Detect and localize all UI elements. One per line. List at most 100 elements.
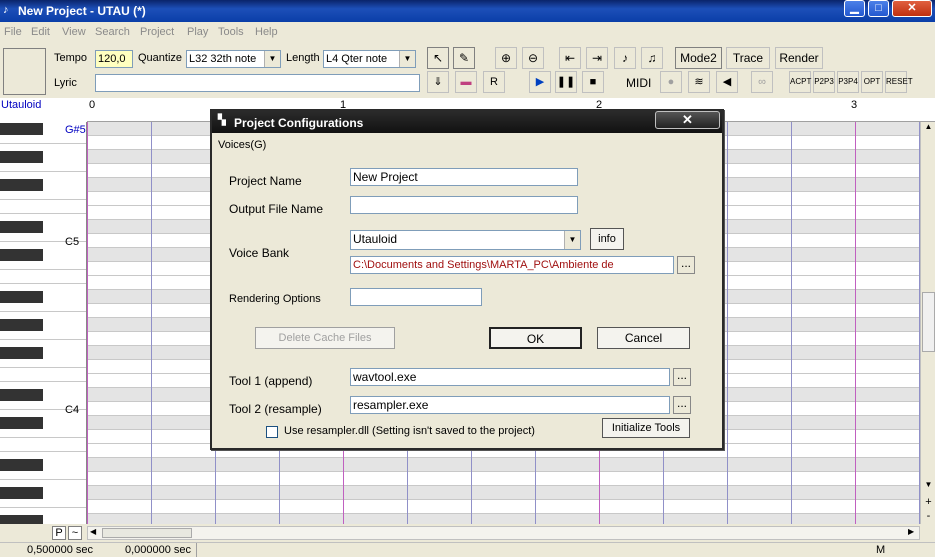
close-button[interactable]: ✕ <box>892 0 932 17</box>
status-divider <box>196 543 197 557</box>
menu-help[interactable]: Help <box>255 26 278 38</box>
project-name-label: Project Name <box>229 174 302 188</box>
white-key-line <box>0 283 86 284</box>
black-key[interactable] <box>0 515 43 524</box>
tool1-input[interactable]: wavtool.exe <box>350 368 670 386</box>
grid-row[interactable] <box>87 486 920 500</box>
play-icon[interactable]: ▶ <box>529 71 551 93</box>
maximize-button[interactable]: □ <box>868 0 889 17</box>
beat-line <box>151 122 152 524</box>
menu-play[interactable]: Play <box>187 26 208 38</box>
black-key[interactable] <box>0 249 43 261</box>
delete-cache-button[interactable]: Delete Cache Files <box>255 327 395 349</box>
menu-tools[interactable]: Tools <box>218 26 244 38</box>
voice-info-button[interactable]: info <box>590 228 624 250</box>
record-icon[interactable]: ● <box>660 71 682 93</box>
reset-icon[interactable]: RESET <box>885 71 913 93</box>
menu-file[interactable]: File <box>4 26 22 38</box>
rendering-options-input[interactable] <box>350 288 482 306</box>
go-end-icon[interactable]: ⇥ <box>586 47 608 69</box>
voice-bank-select[interactable]: Utauloid ▼ <box>350 230 581 250</box>
tempo-input[interactable]: 120,0 <box>95 50 133 68</box>
grid-row[interactable] <box>87 458 920 472</box>
scroll-down-icon[interactable]: ▼ <box>922 480 935 494</box>
window-title: New Project - UTAU (*) <box>18 4 146 18</box>
black-key[interactable] <box>0 389 43 401</box>
zoom-in-icon[interactable]: ⊕ <box>495 47 517 69</box>
shrink-notes-icon[interactable]: ♪ <box>614 47 636 69</box>
p3p4-icon[interactable]: P3P4 <box>837 71 859 93</box>
dialog-close-button[interactable]: ✕ <box>655 111 720 129</box>
resampler-dll-label: Use resampler.dll (Setting isn't saved t… <box>284 425 535 437</box>
browse-tool1-button[interactable]: ... <box>673 368 691 386</box>
black-key[interactable] <box>0 417 43 429</box>
scroll-up-icon[interactable]: ▲ <box>922 122 935 136</box>
black-key[interactable] <box>0 459 43 471</box>
resampler-dll-checkbox[interactable] <box>266 426 278 438</box>
menu-edit[interactable]: Edit <box>31 26 50 38</box>
black-key[interactable] <box>0 347 43 359</box>
expand-notes-icon[interactable]: ♫ <box>641 47 663 69</box>
horizontal-scrollbar[interactable]: ◀ ▶ <box>87 526 920 540</box>
black-key[interactable] <box>0 291 43 303</box>
initialize-tools-button[interactable]: Initialize Tools <box>602 418 690 438</box>
menu-project[interactable]: Project <box>140 26 174 38</box>
loop-icon[interactable]: ≋ <box>688 71 710 93</box>
black-key[interactable] <box>0 319 43 331</box>
stop-icon[interactable]: ■ <box>582 71 604 93</box>
scroll-left-icon[interactable]: ◀ <box>90 527 96 536</box>
grid-row[interactable] <box>87 472 920 486</box>
tool2-input[interactable]: resampler.exe <box>350 396 670 414</box>
grid-row[interactable] <box>87 514 920 524</box>
go-start-icon[interactable]: ⇤ <box>559 47 581 69</box>
select-pointer-tool[interactable]: ↖ <box>427 47 449 69</box>
minimize-button[interactable]: ▁ <box>844 0 865 17</box>
pencil-tool[interactable]: ✎ <box>453 47 475 69</box>
menu-search[interactable]: Search <box>95 26 130 38</box>
insert-r-icon[interactable]: R <box>483 71 505 93</box>
black-key[interactable] <box>0 151 43 163</box>
hscroll-thumb[interactable] <box>102 528 192 538</box>
zoom-minus-icon[interactable]: - <box>922 510 935 524</box>
zoom-out-icon[interactable]: ⊖ <box>522 47 544 69</box>
black-key[interactable] <box>0 487 43 499</box>
piano-keyboard[interactable] <box>0 122 87 524</box>
black-key[interactable] <box>0 179 43 191</box>
browse-tool2-button[interactable]: ... <box>673 396 691 414</box>
acpt-icon[interactable]: ACPT <box>789 71 811 93</box>
project-name-input[interactable]: New Project <box>350 168 578 186</box>
cancel-button[interactable]: Cancel <box>597 327 690 349</box>
note-label-c4: C4 <box>65 404 80 416</box>
lyric-input[interactable] <box>95 74 420 92</box>
render-button[interactable]: Render <box>775 47 823 69</box>
opt-icon[interactable]: OPT <box>861 71 883 93</box>
p-button[interactable]: P <box>52 526 66 540</box>
pause-icon[interactable]: ❚❚ <box>555 71 577 93</box>
insert-note-icon[interactable]: ⇓ <box>427 71 449 93</box>
length-select[interactable]: L4 Qter note ▼ <box>323 50 416 68</box>
trace-button[interactable]: Trace <box>726 47 770 69</box>
scroll-thumb[interactable] <box>922 292 935 352</box>
speaker-icon[interactable]: ◀ <box>716 71 738 93</box>
tilde-button[interactable]: ~ <box>68 526 82 540</box>
insert-rest-icon[interactable]: ▬ <box>455 71 477 93</box>
zoom-plus-icon[interactable]: + <box>922 496 935 510</box>
vertical-scrollbar[interactable]: ▲ ▼ + - <box>920 122 935 524</box>
link-icon[interactable]: ∞ <box>751 71 773 93</box>
beat-line <box>727 122 728 524</box>
mode2-toggle[interactable]: Mode2 <box>675 47 722 69</box>
browse-voice-button[interactable]: ... <box>677 256 695 274</box>
black-key[interactable] <box>0 123 43 135</box>
white-key-line <box>0 269 86 270</box>
p2p3-icon[interactable]: P2P3 <box>813 71 835 93</box>
voice-path-input[interactable]: C:\Documents and Settings\MARTA_PC\Ambie… <box>350 256 674 274</box>
voices-tab[interactable]: Voices(G) <box>218 139 266 151</box>
black-key[interactable] <box>0 221 43 233</box>
scroll-right-icon[interactable]: ▶ <box>908 527 914 536</box>
grid-row[interactable] <box>87 500 920 514</box>
ok-button[interactable]: OK <box>489 327 582 349</box>
menu-view[interactable]: View <box>62 26 86 38</box>
quantize-select[interactable]: L32 32th note ▼ <box>186 50 281 68</box>
output-file-input[interactable] <box>350 196 578 214</box>
quantize-value: L32 32th note <box>189 53 257 65</box>
